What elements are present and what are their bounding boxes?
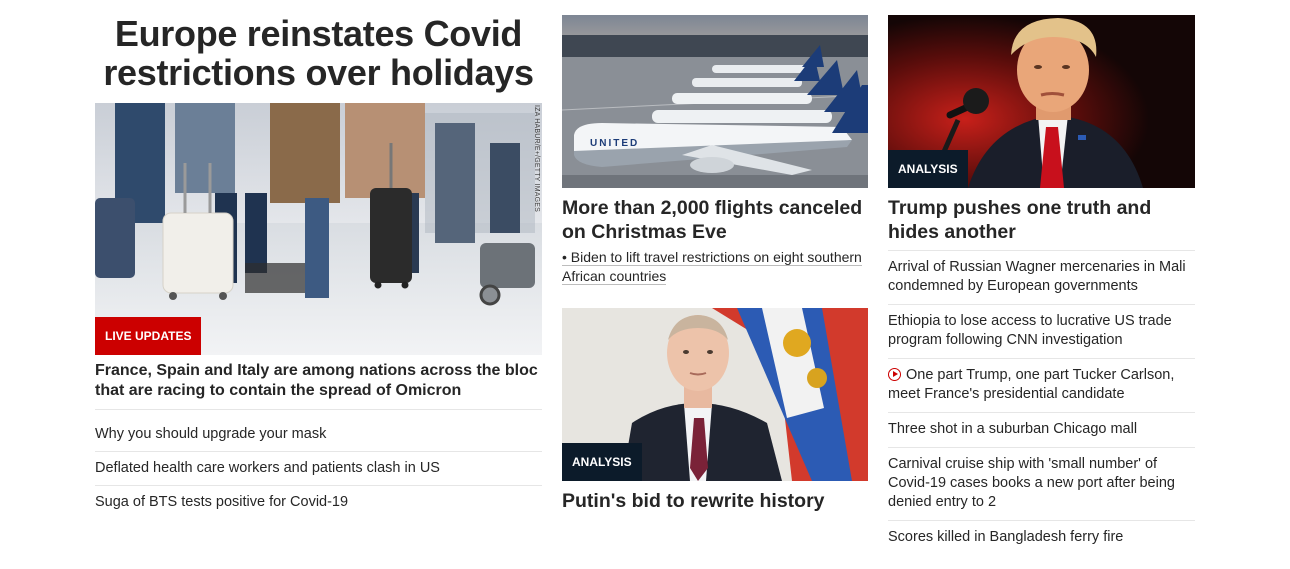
live-updates-badge: LIVE UPDATES [95, 317, 202, 355]
analysis-badge: ANALYSIS [888, 150, 968, 188]
flights-headline[interactable]: More than 2,000 flights canceled on Chri… [562, 196, 868, 244]
list-item[interactable]: Ethiopia to lose access to lucrative US … [888, 305, 1195, 359]
lead-subheadline[interactable]: France, Spain and Italy are among nation… [95, 361, 542, 410]
list-item-video[interactable]: One part Trump, one part Tucker Carlson,… [888, 359, 1195, 413]
list-item[interactable]: Why you should upgrade your mask [95, 418, 542, 452]
photo-credit: IZA HABUR/E+/GETTY IMAGES [533, 105, 540, 212]
flights-image[interactable]: UNITED [562, 15, 868, 188]
list-item[interactable]: Three shot in a suburban Chicago mall [888, 413, 1195, 448]
play-circle-icon [888, 368, 901, 381]
lead-story: Europe reinstates Covid restrictions ove… [95, 14, 542, 510]
list-item-text: One part Trump, one part Tucker Carlson,… [888, 367, 1175, 402]
trump-image[interactable]: ANALYSIS [888, 15, 1195, 188]
flights-related-text: Biden to lift travel restrictions on eig… [562, 249, 862, 284]
trump-headline[interactable]: Trump pushes one truth and hides another [888, 196, 1195, 251]
lead-image[interactable]: IZA HABUR/E+/GETTY IMAGES LIVE UPDATES [95, 103, 542, 355]
lead-related-links: Why you should upgrade your mask Deflate… [95, 418, 542, 519]
analysis-badge: ANALYSIS [562, 443, 642, 481]
flights-related-link[interactable]: • Biden to lift travel restrictions on e… [562, 248, 868, 286]
right-related-links: Arrival of Russian Wagner mercenaries in… [888, 251, 1195, 555]
lead-headline[interactable]: Europe reinstates Covid restrictions ove… [95, 14, 542, 92]
list-item[interactable]: Suga of BTS tests positive for Covid-19 [95, 486, 542, 519]
putin-image[interactable]: ANALYSIS [562, 308, 868, 481]
list-item[interactable]: Deflated health care workers and patient… [95, 452, 542, 486]
list-item[interactable]: Arrival of Russian Wagner mercenaries in… [888, 251, 1195, 305]
plane-livery-text: UNITED [590, 138, 639, 149]
bullet-icon: • [562, 249, 571, 265]
list-item[interactable]: Scores killed in Bangladesh ferry fire [888, 521, 1195, 555]
list-item[interactable]: Carnival cruise ship with 'small number'… [888, 448, 1195, 521]
putin-headline[interactable]: Putin's bid to rewrite history [562, 489, 868, 513]
